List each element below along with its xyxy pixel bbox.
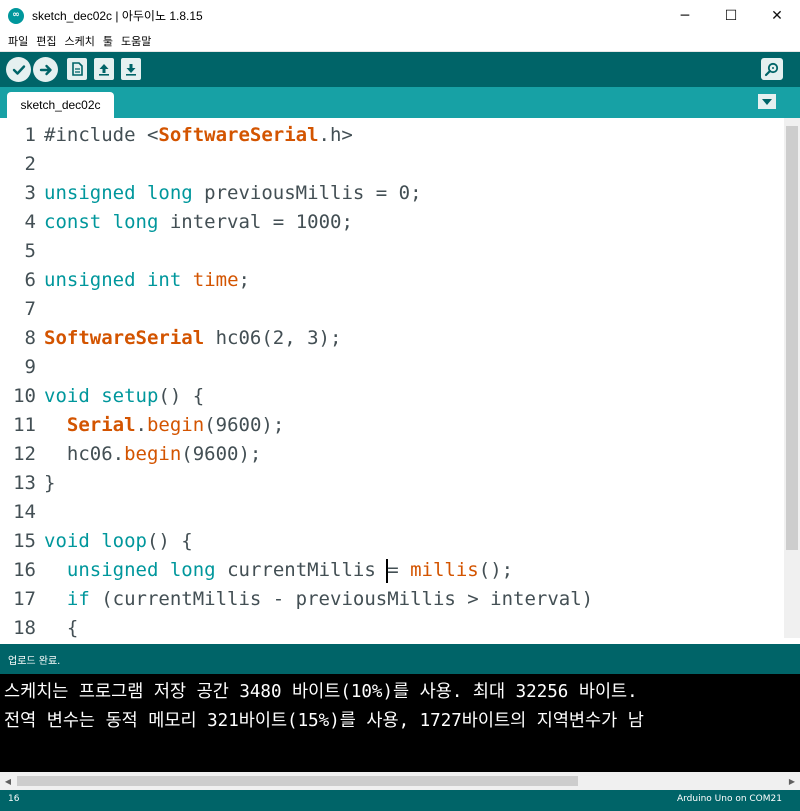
code-line[interactable]: 8 SoftwareSerial hc06(2, 3);: [0, 324, 784, 353]
code-text[interactable]: unsigned int time;: [44, 266, 250, 295]
code-line[interactable]: 17 if (currentMillis - previousMillis > …: [0, 585, 784, 614]
menu-bar: 파일 편집 스케치 툴 도움말: [0, 31, 800, 52]
status-strip: 업로드 완료.: [0, 644, 800, 674]
verify-icon: [12, 64, 25, 75]
line-number: 15: [13, 530, 36, 552]
menu-sketch[interactable]: 스케치: [61, 33, 99, 49]
maximize-button[interactable]: ☐: [708, 0, 754, 31]
code-text[interactable]: unsigned long currentMillis = millis();: [44, 556, 513, 585]
line-number: 7: [24, 298, 36, 320]
code-line[interactable]: 3 unsigned long previousMillis = 0;: [0, 179, 784, 208]
scrollbar-thumb[interactable]: [17, 776, 578, 786]
code-text[interactable]: const long interval = 1000;: [44, 208, 353, 237]
code-line[interactable]: 13}: [0, 469, 784, 498]
code-line[interactable]: 16 unsigned long currentMillis = millis(…: [0, 556, 784, 585]
scrollbar-thumb[interactable]: [786, 126, 798, 550]
new-icon: [72, 62, 83, 76]
code-text[interactable]: #include <SoftwareSerial.h>: [44, 121, 353, 150]
line-number: 2: [24, 153, 36, 175]
window-title: sketch_dec02c | 아두이노 1.8.15: [32, 9, 203, 23]
menu-file[interactable]: 파일: [4, 33, 32, 49]
line-number: 6: [24, 269, 36, 291]
window-controls: ─ ☐ ✕: [662, 0, 800, 31]
line-number: 10: [13, 385, 36, 407]
editor-vertical-scrollbar[interactable]: [784, 118, 800, 638]
code-text[interactable]: Serial.begin(9600);: [44, 411, 284, 440]
code-line[interactable]: 18 {: [0, 614, 784, 638]
code-text[interactable]: {: [44, 614, 78, 638]
serial-monitor-icon: [764, 62, 779, 77]
upload-icon: [39, 64, 52, 75]
code-text[interactable]: }: [44, 469, 55, 498]
line-number: 16: [13, 559, 36, 581]
code-line[interactable]: 4 const long interval = 1000;: [0, 208, 784, 237]
line-number: 9: [24, 356, 36, 378]
line-number: 11: [13, 414, 36, 436]
verify-button[interactable]: [6, 57, 31, 82]
code-line[interactable]: 9: [0, 353, 784, 382]
footer-bar: 16 Arduino Uno on COM21: [0, 790, 800, 811]
line-number: 17: [13, 588, 36, 610]
code-line[interactable]: 7: [0, 295, 784, 324]
code-line[interactable]: 5: [0, 237, 784, 266]
code-text[interactable]: if (currentMillis - previousMillis > int…: [44, 585, 593, 614]
save-icon: [126, 64, 136, 76]
line-number: 18: [13, 617, 36, 638]
console-output: 스케치는 프로그램 저장 공간 3480 바이트(10%)를 사용. 최대 32…: [0, 674, 800, 772]
code-line[interactable]: 12 hc06.begin(9600);: [0, 440, 784, 469]
code-line[interactable]: 11 Serial.begin(9600);: [0, 411, 784, 440]
console-horizontal-scrollbar[interactable]: ◀ ▶: [0, 772, 800, 790]
tab-bar: sketch_dec02c: [0, 87, 800, 118]
console-line: 전역 변수는 동적 메모리 321바이트(15%)를 사용, 1727바이트의 …: [4, 711, 644, 731]
line-number: 8: [24, 327, 36, 349]
tab-menu-button[interactable]: [758, 94, 776, 109]
new-button[interactable]: [67, 58, 87, 80]
close-button[interactable]: ✕: [754, 0, 800, 31]
line-number: 4: [24, 211, 36, 233]
tab-sketch[interactable]: sketch_dec02c: [7, 92, 114, 118]
code-text[interactable]: SoftwareSerial hc06(2, 3);: [44, 324, 341, 353]
scroll-left-icon[interactable]: ◀: [0, 772, 16, 790]
line-number: 1: [24, 124, 36, 146]
menu-edit[interactable]: 편집: [32, 33, 60, 49]
console-line: 스케치는 프로그램 저장 공간 3480 바이트(10%)를 사용. 최대 32…: [4, 682, 638, 702]
board-port-indicator: Arduino Uno on COM21: [676, 794, 782, 804]
code-line[interactable]: 6 unsigned int time;: [0, 266, 784, 295]
code-text[interactable]: void setup() {: [44, 382, 204, 411]
code-line[interactable]: 14: [0, 498, 784, 527]
line-number: 14: [13, 501, 36, 523]
code-text[interactable]: unsigned long previousMillis = 0;: [44, 179, 422, 208]
arduino-logo-icon: ∞: [8, 7, 24, 24]
menu-help[interactable]: 도움말: [117, 33, 155, 49]
serial-monitor-button[interactable]: [761, 58, 783, 80]
open-icon: [99, 64, 109, 76]
line-number: 5: [24, 240, 36, 262]
code-text[interactable]: void loop() {: [44, 527, 193, 556]
title-bar: ∞ sketch_dec02c | 아두이노 1.8.15 ─ ☐ ✕: [0, 0, 800, 31]
code-text[interactable]: hc06.begin(9600);: [44, 440, 261, 469]
line-number: 13: [13, 472, 36, 494]
chevron-down-icon: [762, 98, 772, 105]
line-number: 12: [13, 443, 36, 465]
code-line[interactable]: 15 void loop() {: [0, 527, 784, 556]
line-number: 3: [24, 182, 36, 204]
open-button[interactable]: [94, 58, 114, 80]
menu-tools[interactable]: 툴: [99, 33, 117, 49]
toolbar: [0, 52, 800, 87]
save-button[interactable]: [121, 58, 141, 80]
code-editor[interactable]: 1 #include <SoftwareSerial.h> 2 3 unsigned l…: [0, 118, 800, 638]
code-line[interactable]: 10 void setup() {: [0, 382, 784, 411]
line-number-indicator: 16: [8, 794, 20, 804]
status-message: 업로드 완료.: [8, 655, 61, 667]
code-line[interactable]: 1 #include <SoftwareSerial.h>: [0, 121, 784, 150]
scroll-right-icon[interactable]: ▶: [784, 772, 800, 790]
minimize-button[interactable]: ─: [662, 0, 708, 31]
code-line[interactable]: 2: [0, 150, 784, 179]
upload-button[interactable]: [33, 57, 58, 82]
